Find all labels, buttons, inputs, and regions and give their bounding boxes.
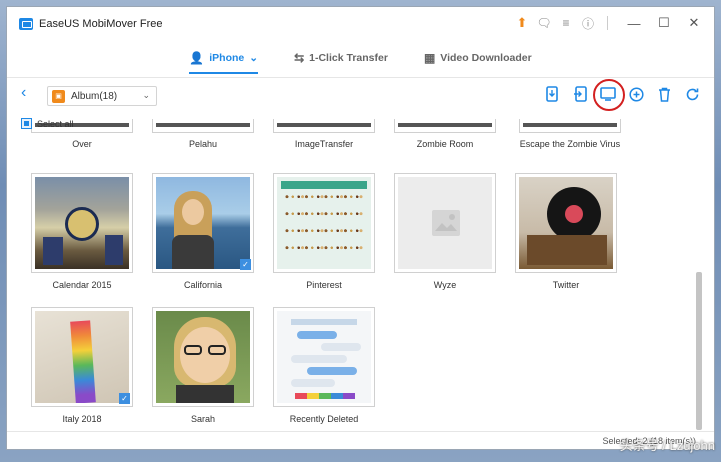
select-all-label: Select all <box>37 118 74 129</box>
tab-one-click-transfer-label: 1-Click Transfer <box>309 52 388 64</box>
watermark-text: 头条号 / Lzujohn <box>619 438 715 453</box>
album-grid-area: Select all Over Pelahu ImageTransfer Zom… <box>7 111 699 431</box>
titlebar-divider <box>607 16 608 30</box>
tab-video-downloader-label: Video Downloader <box>440 52 532 64</box>
album-tile[interactable]: ✓ California <box>152 173 254 290</box>
tab-iphone[interactable]: 👤 iPhone ⌄ <box>189 45 259 74</box>
delete-button[interactable] <box>654 84 674 104</box>
tab-iphone-label: iPhone <box>209 52 245 64</box>
album-thumbnail <box>273 307 375 407</box>
album-toolbar: ‹ ▣ Album(18) ⌄ <box>7 77 714 111</box>
chevron-down-icon: ⌄ <box>249 52 259 64</box>
selected-check-icon[interactable]: ✓ <box>240 259 251 270</box>
album-name: Pelahu <box>188 139 218 149</box>
feedback-icon[interactable]: 🗨 <box>535 14 553 32</box>
select-all-checkbox[interactable] <box>21 118 32 129</box>
main-nav-tabs: 👤 iPhone ⌄ ⇆ 1-Click Transfer ▦ Video Do… <box>7 45 714 75</box>
album-name: California <box>183 280 223 290</box>
album-thumbnail: ✓ <box>152 173 254 273</box>
album-name: Italy 2018 <box>62 414 102 424</box>
album-thumbnail <box>394 119 496 133</box>
album-name: Zombie Room <box>416 139 474 149</box>
transfer-icon: ⇆ <box>294 51 305 65</box>
album-thumbnail <box>273 119 375 133</box>
refresh-button[interactable] <box>682 84 702 104</box>
album-name: Calendar 2015 <box>52 280 112 290</box>
placeholder-image-icon <box>432 210 460 236</box>
album-thumbnail <box>31 173 133 273</box>
album-thumbnail <box>394 173 496 273</box>
album-name: Over <box>72 139 92 149</box>
album-name: Recently Deleted <box>289 414 359 424</box>
app-logo-icon <box>19 18 33 30</box>
album-dropdown[interactable]: ▣ Album(18) ⌄ <box>47 86 157 106</box>
tab-video-downloader[interactable]: ▦ Video Downloader <box>424 45 532 71</box>
chevron-down-icon: ⌄ <box>142 90 150 100</box>
scrollbar-thumb[interactable] <box>696 272 702 430</box>
album-name: Pinterest <box>306 280 342 290</box>
selected-check-icon[interactable]: ✓ <box>119 393 130 404</box>
phone-user-icon: 👤 <box>189 51 205 65</box>
album-thumbnail <box>273 173 375 273</box>
app-title: EaseUS MobiMover Free <box>39 18 163 30</box>
video-icon: ▦ <box>423 51 436 65</box>
album-name: Wyze <box>433 280 457 290</box>
select-all[interactable]: Select all <box>21 118 74 129</box>
title-bar: EaseUS MobiMover Free ⬆ 🗨 ≡ ⓘ — ☐ ✕ <box>7 7 714 41</box>
album-name: ImageTransfer <box>294 139 354 149</box>
tab-one-click-transfer[interactable]: ⇆ 1-Click Transfer <box>294 45 388 71</box>
album-thumbnail <box>515 173 617 273</box>
album-tile[interactable]: ✓ Italy 2018 <box>31 307 133 424</box>
album-name: Escape the Zombie Virus <box>519 139 621 149</box>
transfer-to-computer-button[interactable] <box>593 79 625 111</box>
add-button[interactable] <box>626 84 646 104</box>
album-tile[interactable]: Zombie Room <box>394 119 496 149</box>
album-thumbnail <box>152 307 254 407</box>
album-thumbnail: ✓ <box>31 307 133 407</box>
album-dropdown-label: Album(18) <box>71 90 118 102</box>
album-tile[interactable]: Pinterest <box>273 173 375 290</box>
back-button[interactable]: ‹ <box>21 84 26 102</box>
status-bar: Selected: 2 (18 item(s)) <box>7 431 714 451</box>
close-button[interactable]: ✕ <box>684 14 704 32</box>
album-icon: ▣ <box>52 89 65 103</box>
album-tile[interactable]: Calendar 2015 <box>31 173 133 290</box>
album-tile[interactable]: Pelahu <box>152 119 254 149</box>
album-name: Sarah <box>190 414 216 424</box>
album-tile[interactable]: Sarah <box>152 307 254 424</box>
menu-icon[interactable]: ≡ <box>557 14 575 32</box>
minimize-button[interactable]: — <box>624 14 644 32</box>
album-tile[interactable]: ImageTransfer <box>273 119 375 149</box>
info-icon[interactable]: ⓘ <box>579 14 597 32</box>
transfer-from-phone-button[interactable] <box>570 84 590 104</box>
maximize-button[interactable]: ☐ <box>654 14 674 32</box>
album-tile[interactable]: Escape the Zombie Virus <box>515 119 625 149</box>
album-thumbnail <box>152 119 254 133</box>
album-name: Twitter <box>552 280 580 290</box>
album-tile[interactable]: Twitter <box>515 173 617 290</box>
album-thumbnail <box>519 119 621 133</box>
upgrade-icon[interactable]: ⬆ <box>513 14 531 32</box>
transfer-to-phone-button[interactable] <box>542 84 562 104</box>
album-tile[interactable]: Recently Deleted <box>273 307 375 424</box>
app-window: EaseUS MobiMover Free ⬆ 🗨 ≡ ⓘ — ☐ ✕ 👤 iP… <box>6 6 715 450</box>
album-tile[interactable]: Wyze <box>394 173 496 290</box>
